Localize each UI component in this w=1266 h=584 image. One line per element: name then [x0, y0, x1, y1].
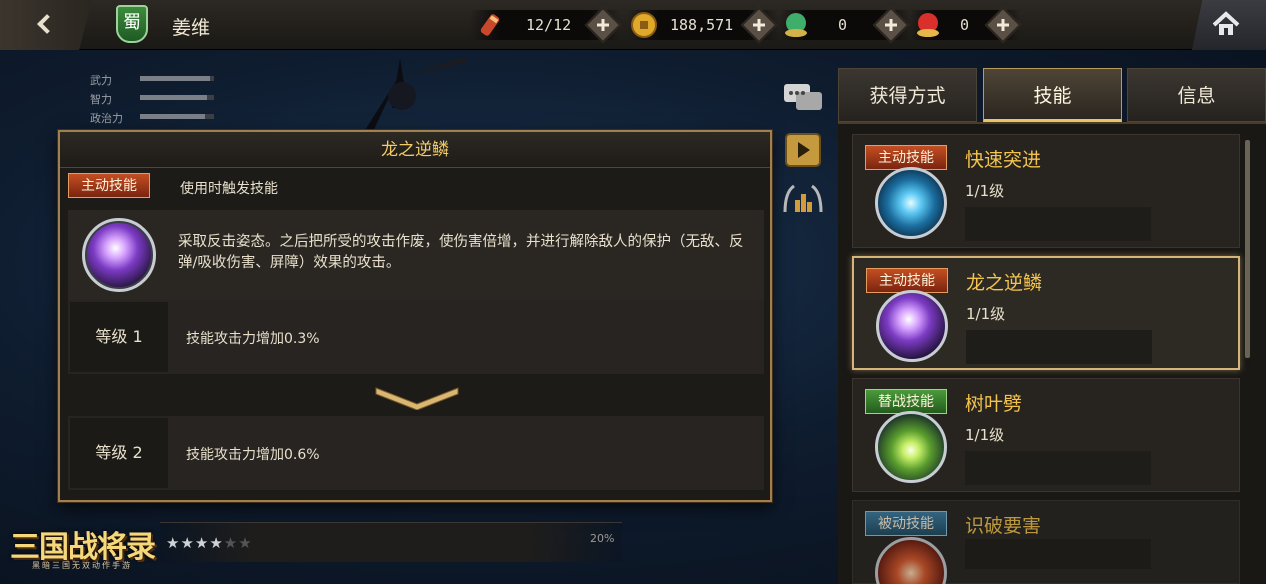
gold-value: 188,571: [670, 16, 734, 34]
progress-percent: 20%: [590, 532, 615, 545]
skill-description: 采取反击姿态。之后把所受的攻击作废，使伤害倍增，并进行解除敌人的保护（无敌、反弹…: [178, 234, 744, 271]
skill-type-badge: 主动技能: [68, 173, 150, 198]
stat-bar-politics: [140, 114, 214, 119]
add-stamina-button[interactable]: [584, 6, 622, 44]
stat-bar-force: [140, 76, 214, 81]
ruby-icon: [917, 13, 939, 37]
top-bar: 蜀 姜维 12/12 188,571 0 0: [0, 0, 1266, 50]
level-effect: 技能攻击力增加0.3%: [186, 331, 320, 347]
stat-bar-intelligence: [140, 95, 214, 100]
game-logo-subtitle: 黑暗三国无双动作手游: [32, 561, 132, 570]
skill-level: 1/1级: [966, 305, 1006, 323]
scroll-icon: [480, 14, 500, 36]
stat-label-intelligence: 智力: [90, 93, 112, 106]
stat-label-force: 武力: [90, 74, 112, 87]
skill-orb-icon: [875, 167, 947, 239]
home-button[interactable]: [1192, 0, 1266, 50]
skill-card[interactable]: 替战技能 树叶劈 1/1级: [852, 378, 1240, 492]
jade-resource: 0: [780, 6, 910, 44]
tab-info[interactable]: 信息: [1127, 68, 1266, 122]
level-label: 等级 2: [70, 418, 168, 488]
play-video-icon[interactable]: [782, 132, 824, 168]
popup-title: 龙之逆鳞: [60, 132, 770, 168]
skill-trigger-text: 使用时触发技能: [180, 181, 278, 197]
add-ruby-button[interactable]: [984, 6, 1022, 44]
skill-orb-icon: [875, 537, 947, 584]
tab-acquire[interactable]: 获得方式: [838, 68, 977, 122]
jade-value: 0: [838, 16, 848, 34]
skill-orb-icon: [82, 218, 156, 292]
ruby-resource: 0: [910, 6, 1022, 44]
gold-resource: 188,571: [628, 6, 778, 44]
skill-progress-slot: [965, 207, 1151, 241]
skill-card[interactable]: 主动技能 快速突进 1/1级: [852, 134, 1240, 248]
hero-figure: [360, 56, 467, 138]
add-jade-button[interactable]: [872, 6, 910, 44]
add-gold-button[interactable]: [740, 6, 778, 44]
jade-icon: [785, 13, 807, 37]
hero-name: 姜维: [172, 17, 211, 39]
chat-icon[interactable]: [782, 80, 824, 116]
skill-level: 1/1级: [965, 426, 1005, 444]
stamina-resource: 12/12: [470, 6, 622, 44]
skill-name: 识破要害: [965, 515, 1042, 537]
coin-icon: [631, 12, 657, 38]
stamina-value: 12/12: [526, 16, 572, 34]
expand-chevron-icon[interactable]: [374, 384, 460, 410]
skill-orb-icon: [875, 411, 947, 483]
skill-progress-slot: [966, 330, 1152, 364]
ruby-value: 0: [960, 16, 970, 34]
skill-card[interactable]: 被动技能 识破要害: [852, 500, 1240, 584]
skill-progress-slot: [965, 451, 1151, 485]
level-effect: 技能攻击力增加0.6%: [186, 447, 320, 463]
level-row: 等级 1 技能攻击力增加0.3%: [68, 300, 764, 374]
skill-card-selected[interactable]: 主动技能 龙之逆鳞 1/1级: [852, 256, 1240, 370]
home-icon: [1212, 11, 1240, 35]
chevron-left-icon: [37, 14, 57, 34]
ranking-icon[interactable]: [782, 182, 824, 218]
skill-level: 1/1级: [965, 182, 1005, 200]
level-row: 等级 2 技能攻击力增加0.6%: [68, 416, 764, 490]
star-rating: ★★★★★★: [166, 534, 253, 552]
scrollbar[interactable]: [1245, 140, 1250, 358]
skill-orb-icon: [876, 290, 948, 362]
faction-badge: 蜀: [116, 5, 148, 43]
skill-type-badge: 被动技能: [865, 511, 947, 536]
skill-name: 树叶劈: [965, 393, 1023, 415]
stat-label-politics: 政治力: [90, 112, 123, 125]
skill-progress-slot: [965, 539, 1151, 569]
level-label: 等级 1: [70, 302, 168, 372]
skill-detail-popup: 龙之逆鳞 主动技能 使用时触发技能 采取反击姿态。之后把所受的攻击作废，使伤害倍…: [58, 130, 772, 502]
back-button[interactable]: [0, 0, 92, 50]
skill-name: 快速突进: [965, 149, 1042, 171]
skill-name: 龙之逆鳞: [966, 272, 1043, 294]
tab-skills[interactable]: 技能: [983, 68, 1122, 122]
